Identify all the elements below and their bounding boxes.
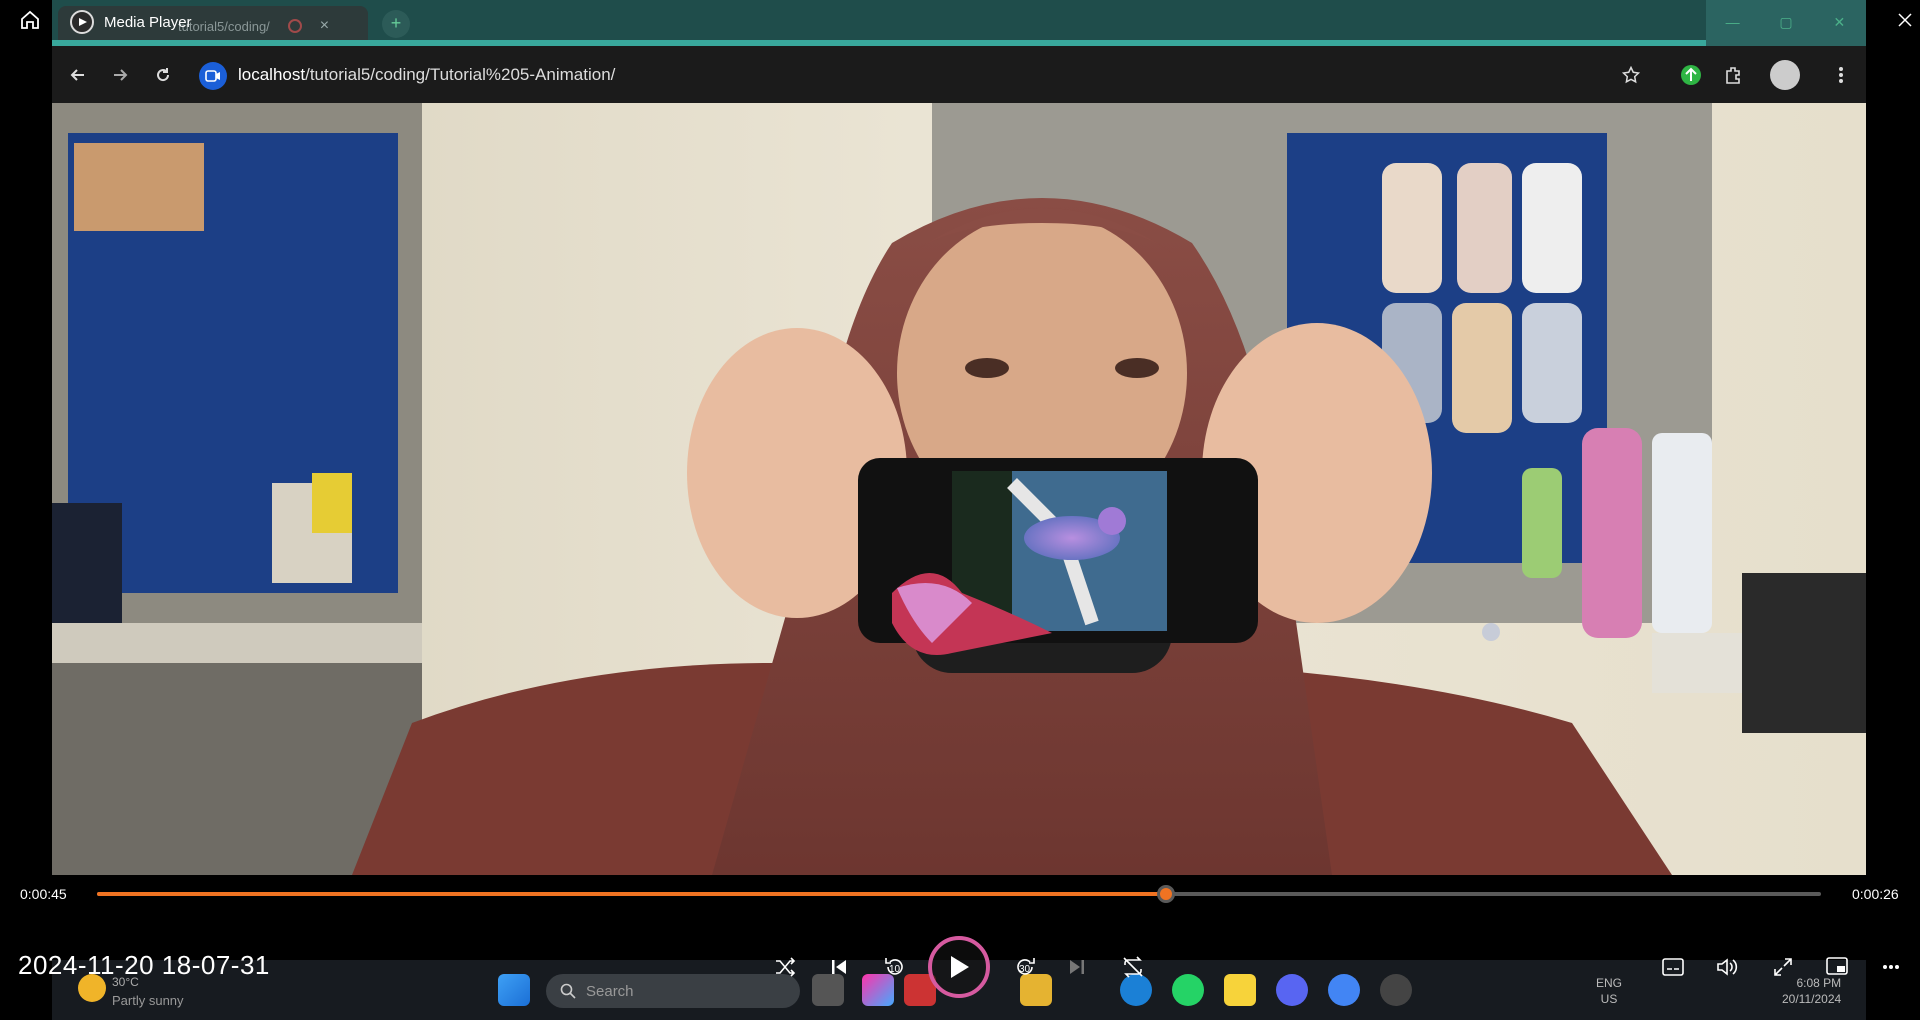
next-icon[interactable] [1060, 950, 1094, 984]
volume-icon[interactable] [1710, 950, 1744, 984]
browser-window-controls: — ▢ ✕ [1706, 0, 1866, 46]
discord-icon [1276, 974, 1308, 1006]
back-icon[interactable] [65, 62, 91, 88]
media-player-title-bar: Media Player [70, 10, 192, 34]
chrome-icon [1328, 974, 1360, 1006]
star-icon[interactable] [1618, 62, 1644, 88]
search-icon [560, 983, 576, 999]
recording-icon [287, 19, 302, 33]
site-info-icon[interactable] [199, 62, 227, 90]
search-label: Search [586, 982, 634, 1000]
elapsed-time: 0:00:45 [20, 886, 67, 902]
browser-toolbar: localhost/tutorial5/coding/Tutorial%205-… [52, 46, 1866, 103]
windows-start-icon [498, 974, 530, 1006]
tab-close-icon[interactable]: × [320, 17, 329, 35]
repeat-icon[interactable] [1116, 950, 1150, 984]
fullscreen-icon[interactable] [1766, 950, 1800, 984]
home-icon[interactable] [18, 8, 42, 32]
forward-icon[interactable] [107, 62, 133, 88]
media-player-window: tutorial5/coding/ × + — ▢ ✕ localhost/tu… [0, 0, 1920, 1020]
replay-10-icon[interactable]: 10 [878, 950, 912, 984]
window-close-icon[interactable] [1880, 0, 1920, 40]
new-tab-button[interactable]: + [382, 10, 410, 38]
play-icon [951, 956, 969, 978]
seek-bar[interactable] [97, 885, 1821, 903]
extension-green-icon[interactable] [1678, 62, 1704, 88]
remaining-time: 0:00:26 [1852, 886, 1899, 902]
recorded-browser: tutorial5/coding/ × + — ▢ ✕ localhost/tu… [52, 0, 1866, 103]
address-bar[interactable]: localhost/tutorial5/coding/Tutorial%205-… [238, 65, 615, 85]
browser-close-icon[interactable]: ✕ [1813, 0, 1866, 46]
profile-avatar[interactable] [1770, 60, 1800, 90]
more-icon[interactable] [1874, 950, 1908, 984]
seek-bar-thumb[interactable] [1156, 885, 1175, 903]
forward-30-icon[interactable]: 30 [1008, 950, 1042, 984]
video-scene [52, 103, 1866, 875]
recording-timestamp: 2024-11-20 18-07-31 [18, 950, 270, 980]
taskbar-search: Search [546, 974, 800, 1008]
language-line2: US [1600, 992, 1618, 1006]
reload-icon[interactable] [150, 62, 176, 88]
mini-player-icon[interactable] [1820, 950, 1854, 984]
url-host: localhost [238, 65, 306, 84]
forward-seconds: 30 [1019, 964, 1031, 975]
video-frame[interactable] [52, 103, 1866, 875]
replay-seconds: 10 [889, 964, 901, 975]
obs-icon [1380, 974, 1412, 1006]
weather-condition: Partly sunny [112, 993, 184, 1008]
whatsapp-icon [1172, 974, 1204, 1006]
subtitles-icon[interactable] [1656, 950, 1690, 984]
sticky-notes-icon [1224, 974, 1256, 1006]
browser-tab-bar: tutorial5/coding/ × + — ▢ ✕ [52, 0, 1866, 46]
tab-title: tutorial5/coding/ [178, 18, 270, 34]
seek-bar-progress [97, 892, 1166, 896]
shuffle-icon[interactable] [768, 950, 802, 984]
extensions-icon[interactable] [1720, 62, 1746, 88]
language-line1: ENG [1596, 976, 1623, 990]
browser-maximize-icon[interactable]: ▢ [1759, 0, 1812, 46]
url-path: /tutorial5/coding/Tutorial%205-Animation… [305, 65, 616, 84]
clock-date: 20/11/2024 [1782, 992, 1842, 1006]
menu-icon[interactable] [1828, 62, 1854, 88]
language-indicator: ENG US [1596, 975, 1622, 1007]
app-title: Media Player [104, 13, 192, 31]
browser-minimize-icon[interactable]: — [1706, 0, 1759, 46]
previous-icon[interactable] [822, 950, 856, 984]
media-player-app-icon [70, 10, 94, 34]
play-button[interactable] [928, 936, 990, 998]
